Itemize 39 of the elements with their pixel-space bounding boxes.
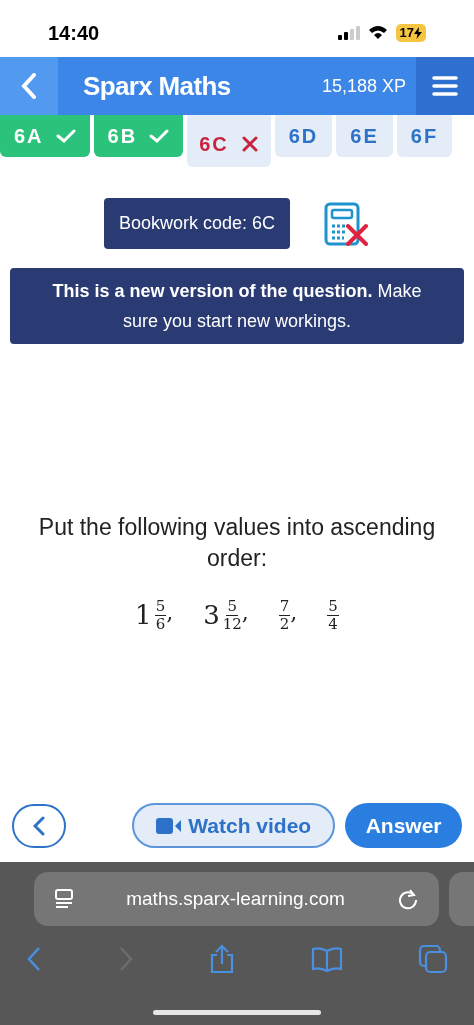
- signal-icon: [337, 25, 360, 40]
- battery-indicator: 17: [395, 23, 426, 42]
- tabs-icon[interactable]: [418, 944, 448, 974]
- reader-icon: [54, 888, 74, 910]
- status-time: 14:40: [48, 20, 100, 46]
- check-icon: [55, 128, 76, 144]
- question-text: Put the following values into ascending order:: [37, 513, 437, 573]
- question-tab[interactable]: 6C: [187, 115, 271, 167]
- address-bar[interactable]: maths.sparx-learning.com: [34, 872, 439, 926]
- question-tab[interactable]: 6A: [0, 115, 90, 157]
- answer-button[interactable]: Answer: [345, 803, 462, 848]
- back-icon[interactable]: [26, 946, 42, 972]
- question-tab[interactable]: 6B: [93, 115, 184, 157]
- notice-banner: This is a new version of the question. Make sure you start new workings.: [10, 268, 464, 344]
- url-text: maths.sparx-learning.com: [125, 886, 346, 911]
- cross-icon: [240, 135, 259, 153]
- calculator-crossed-icon: [324, 201, 371, 246]
- question-tab[interactable]: 6F: [396, 115, 453, 157]
- reload-icon: [397, 888, 419, 910]
- back-icon: [33, 815, 46, 836]
- watch-video-button[interactable]: Watch video: [132, 803, 336, 848]
- next-tab-preview: [449, 872, 474, 926]
- share-icon[interactable]: [209, 944, 235, 974]
- back-button[interactable]: [0, 57, 58, 115]
- video-camera-icon: [156, 816, 183, 835]
- back-icon: [21, 73, 37, 99]
- bookwork-code: Bookwork code: 6C: [103, 198, 291, 249]
- fraction-value: 5 4: [327, 598, 339, 633]
- book-icon[interactable]: [310, 946, 343, 972]
- check-icon: [149, 128, 170, 144]
- question-tab[interactable]: 6E: [336, 115, 393, 157]
- menu-icon: [432, 75, 458, 97]
- charging-bolt-icon: [414, 26, 422, 39]
- xp-count: 15,188 XP: [321, 74, 406, 98]
- wifi-icon: [367, 25, 388, 40]
- previous-button[interactable]: [12, 803, 67, 848]
- app-title: Sparx Maths: [83, 69, 231, 103]
- question-tab[interactable]: 6D: [274, 115, 333, 157]
- menu-button[interactable]: [416, 57, 474, 115]
